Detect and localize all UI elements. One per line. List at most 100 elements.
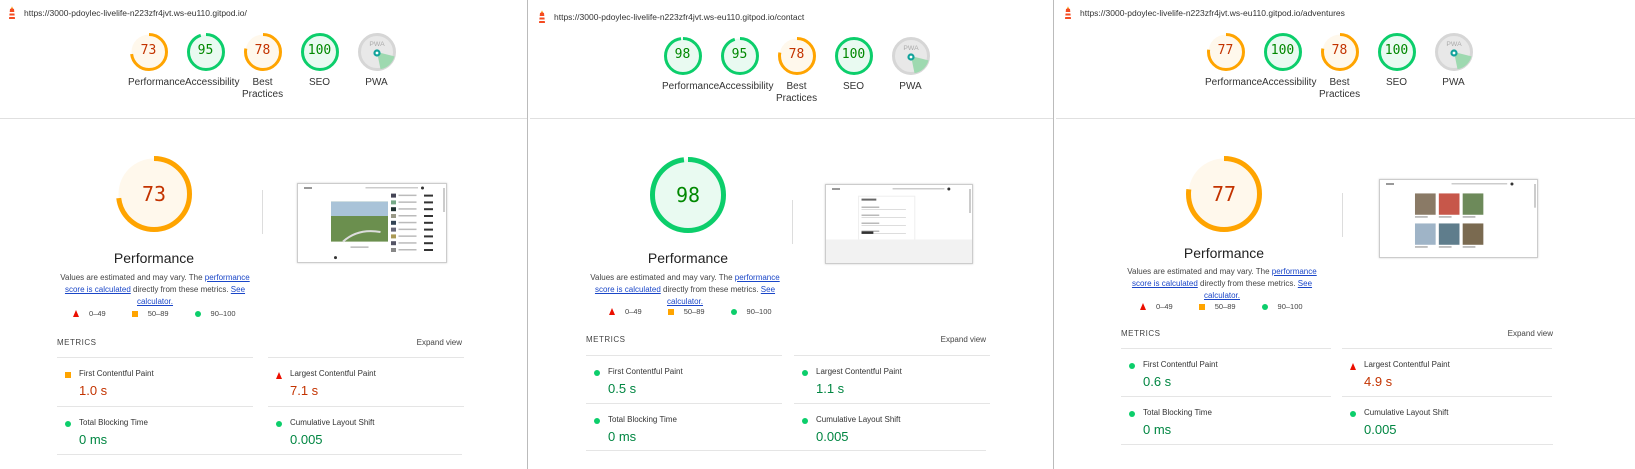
gauge-performance[interactable]: 77 Performance bbox=[1197, 32, 1263, 101]
gauge-score: 95 bbox=[731, 47, 748, 62]
gauge-seo[interactable]: 100 SEO bbox=[1368, 32, 1425, 101]
gauge-ring: 95 bbox=[186, 32, 226, 72]
legend-item: 90–100 bbox=[730, 307, 772, 316]
gauge-accessibility[interactable]: 95 Accessibility bbox=[711, 36, 773, 105]
metrics-bottom-divider bbox=[1121, 444, 1553, 445]
metric-value: 0.6 s bbox=[1143, 374, 1172, 389]
gauge-label: Performance bbox=[128, 77, 186, 88]
header-divider bbox=[1056, 118, 1635, 119]
performance-title: Performance bbox=[1183, 245, 1265, 261]
metrics-bottom-divider bbox=[57, 454, 462, 455]
vertical-divider bbox=[1342, 193, 1343, 237]
gauge-seo[interactable]: 100 SEO bbox=[291, 32, 348, 101]
metric-rating-icon bbox=[65, 372, 71, 378]
gauge-accessibility[interactable]: 95 Accessibility bbox=[177, 32, 239, 101]
metric-rating-icon bbox=[1129, 411, 1135, 417]
gauge-score: 78 bbox=[788, 47, 805, 62]
gauge-best-practices[interactable]: 78 Best Practices bbox=[234, 32, 291, 101]
gauge-label: PWA bbox=[899, 81, 922, 92]
gauge-ring: 78 bbox=[1320, 32, 1360, 72]
gauge-performance[interactable]: 73 Performance bbox=[120, 32, 186, 101]
gauge-arc: PWA bbox=[1434, 33, 1473, 71]
gauge-accessibility[interactable]: 100 Accessibility bbox=[1254, 32, 1316, 101]
gauge-ring: 78 bbox=[777, 36, 817, 76]
lighthouse-icon bbox=[6, 6, 18, 20]
gauge-score: 100 bbox=[307, 43, 332, 58]
gauge-ring: PWA bbox=[1434, 32, 1474, 72]
performance-gauge-large: 98 bbox=[649, 156, 727, 234]
performance-gauge-large: 73 bbox=[115, 155, 193, 233]
metrics-title: METRICS bbox=[57, 338, 97, 347]
page-screenshot-thumbnail[interactable] bbox=[825, 184, 974, 265]
metric-label: First Contentful Paint bbox=[1143, 360, 1218, 369]
category-gauges: 77 Performance 100 Accessibility 78 Best Prac… bbox=[1197, 32, 1482, 101]
legend-range: 90–100 bbox=[210, 309, 236, 318]
note-prefix: Values are estimated and may vary. The bbox=[1127, 267, 1272, 276]
metric-largest-contentful-paint: Largest Contentful Paint 4.9 s bbox=[1342, 348, 1552, 395]
metric-value: 1.1 s bbox=[816, 381, 845, 396]
gauge-performance[interactable]: 98 Performance bbox=[654, 36, 720, 105]
gauge-label: Best Practices bbox=[242, 77, 284, 100]
header-divider bbox=[0, 118, 527, 119]
gauge-label: Performance bbox=[662, 81, 720, 92]
legend-range: 0–49 bbox=[625, 307, 642, 316]
report-panel-home: https://3000-pdoylec-livelife-n223zfr4jv… bbox=[0, 0, 528, 469]
metric-first-contentful-paint: First Contentful Paint 0.6 s bbox=[1121, 348, 1331, 395]
metric-pass-circle-icon bbox=[802, 418, 808, 424]
metric-fail-triangle-icon bbox=[1350, 363, 1356, 370]
metric-pass-circle-icon bbox=[1350, 411, 1356, 417]
metric-total-blocking-time: Total Blocking Time 0 ms bbox=[1121, 396, 1331, 443]
legend-pass-circle-icon bbox=[194, 310, 201, 317]
metric-rating-icon bbox=[1350, 411, 1356, 417]
metric-rating-icon bbox=[1129, 363, 1135, 369]
gauge-score: 100 bbox=[1384, 43, 1409, 58]
url-bar: https://3000-pdoylec-livelife-n223zfr4jv… bbox=[1056, 4, 1635, 22]
metric-value: 0.5 s bbox=[608, 381, 637, 396]
expand-view-toggle[interactable]: Expand view bbox=[941, 335, 986, 344]
gauge-label: PWA bbox=[1442, 77, 1465, 88]
metric-pass-circle-icon bbox=[1129, 411, 1135, 417]
page-url[interactable]: https://3000-pdoylec-livelife-n223zfr4jv… bbox=[1080, 8, 1345, 18]
gauge-label: Performance bbox=[1205, 77, 1263, 88]
gauge-label: PWA bbox=[365, 77, 388, 88]
page-screenshot-thumbnail[interactable] bbox=[1379, 179, 1539, 259]
page-url[interactable]: https://3000-pdoylec-livelife-n223zfr4jv… bbox=[24, 8, 247, 18]
legend-range: 90–100 bbox=[746, 307, 772, 316]
page-screenshot-thumbnail[interactable] bbox=[297, 183, 448, 264]
expand-view-toggle[interactable]: Expand view bbox=[1508, 329, 1553, 338]
metric-rating-icon bbox=[276, 421, 282, 427]
metric-rating-icon bbox=[802, 370, 808, 376]
legend-range: 0–49 bbox=[1156, 302, 1173, 311]
expand-view-toggle[interactable]: Expand view bbox=[417, 338, 462, 347]
gauge-seo[interactable]: 100 SEO bbox=[825, 36, 882, 105]
note-mid: directly from these metrics. bbox=[660, 285, 761, 294]
gauge-score: 95 bbox=[197, 43, 214, 58]
performance-score: 73 bbox=[141, 182, 167, 206]
gauge-pwa[interactable]: PWA PWA bbox=[1425, 32, 1482, 101]
vertical-divider bbox=[262, 190, 263, 234]
metric-pass-circle-icon bbox=[276, 421, 282, 427]
legend-item: 90–100 bbox=[194, 309, 236, 318]
gauge-best-practices[interactable]: 78 Best Practices bbox=[1311, 32, 1368, 101]
metric-label: Cumulative Layout Shift bbox=[816, 415, 901, 424]
metric-value: 0 ms bbox=[608, 429, 637, 444]
gauge-label: Best Practices bbox=[776, 81, 818, 104]
gauge-score: 77 bbox=[1217, 43, 1234, 58]
metric-rating-icon bbox=[1350, 363, 1356, 370]
gauge-ring: 78 bbox=[243, 32, 283, 72]
note-prefix: Values are estimated and may vary. The bbox=[60, 273, 205, 282]
legend-range: 50–89 bbox=[147, 309, 169, 318]
gauge-label: SEO bbox=[308, 77, 331, 88]
gauge-pwa[interactable]: PWA PWA bbox=[882, 36, 939, 105]
metric-average-square-icon bbox=[65, 372, 71, 378]
page-url[interactable]: https://3000-pdoylec-livelife-n223zfr4jv… bbox=[554, 12, 804, 22]
metrics-header: METRICS Expand view bbox=[586, 335, 986, 344]
estimate-note: Values are estimated and may vary. The p… bbox=[1122, 266, 1322, 302]
metrics-title: METRICS bbox=[586, 335, 626, 344]
url-bar: https://3000-pdoylec-livelife-n223zfr4jv… bbox=[0, 4, 527, 22]
gauge-pwa[interactable]: PWA PWA bbox=[348, 32, 405, 101]
note-mid: directly from these metrics. bbox=[1197, 279, 1298, 288]
gauge-best-practices[interactable]: 78 Best Practices bbox=[768, 36, 825, 105]
gauge-ring: 100 bbox=[300, 32, 340, 72]
metric-largest-contentful-paint: Largest Contentful Paint 1.1 s bbox=[794, 355, 990, 402]
